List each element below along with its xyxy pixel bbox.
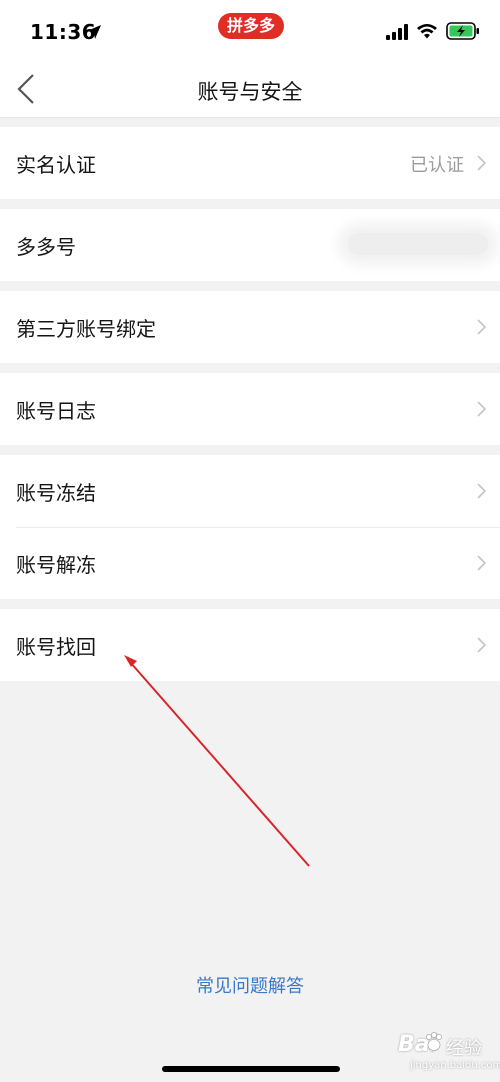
row-account-recover[interactable]: 账号找回 — [0, 609, 500, 681]
app-badge: 拼多多 — [218, 13, 284, 39]
page-title: 账号与安全 — [197, 80, 303, 104]
group-third-party: 第三方账号绑定 — [0, 291, 500, 363]
blurred-value — [348, 233, 488, 255]
chevron-right-icon — [477, 483, 486, 499]
group-freeze: 账号冻结 账号解冻 — [0, 455, 500, 599]
group-real-name: 实名认证 已认证 — [0, 127, 500, 199]
row-label: 账号解冻 — [16, 553, 96, 577]
watermark: Bai 经验 jingyan.baidu.com — [380, 1032, 500, 1076]
row-label: 多多号 — [16, 235, 76, 259]
row-account-log[interactable]: 账号日志 — [0, 373, 500, 445]
faq-link[interactable]: 常见问题解答 — [0, 972, 500, 998]
row-label: 第三方账号绑定 — [16, 317, 156, 341]
home-indicator — [162, 1066, 340, 1072]
group-recover: 账号找回 — [0, 609, 500, 681]
cellular-signal-icon — [386, 24, 408, 40]
verified-status: 已认证 — [410, 155, 464, 176]
battery-charging-icon — [446, 22, 479, 40]
row-divider — [16, 527, 500, 528]
watermark-url: jingyan.baidu.com — [410, 1060, 500, 1071]
chevron-right-icon — [477, 155, 486, 171]
row-third-party-binding[interactable]: 第三方账号绑定 — [0, 291, 500, 363]
location-arrow-icon — [87, 25, 101, 39]
chevron-right-icon — [477, 319, 486, 335]
row-label: 账号冻结 — [16, 481, 96, 505]
row-real-name[interactable]: 实名认证 已认证 — [0, 127, 500, 199]
chevron-right-icon — [477, 637, 486, 653]
watermark-suffix: 经验 — [446, 1038, 482, 1059]
row-account-freeze[interactable]: 账号冻结 — [0, 455, 500, 527]
row-label: 账号日志 — [16, 399, 96, 423]
status-bar: 11:36 拼多多 — [0, 0, 500, 62]
row-label: 账号找回 — [16, 635, 96, 659]
group-duoduo-id: 多多号 — [0, 209, 500, 281]
row-account-unfreeze[interactable]: 账号解冻 — [0, 527, 500, 599]
row-label: 实名认证 — [16, 153, 96, 177]
wifi-icon — [417, 24, 437, 39]
paw-logo-icon — [426, 1032, 442, 1051]
group-account-log: 账号日志 — [0, 373, 500, 445]
row-duoduo-id[interactable]: 多多号 — [0, 209, 500, 281]
chevron-right-icon — [477, 401, 486, 417]
nav-bar: 账号与安全 — [0, 62, 500, 118]
chevron-right-icon — [477, 555, 486, 571]
